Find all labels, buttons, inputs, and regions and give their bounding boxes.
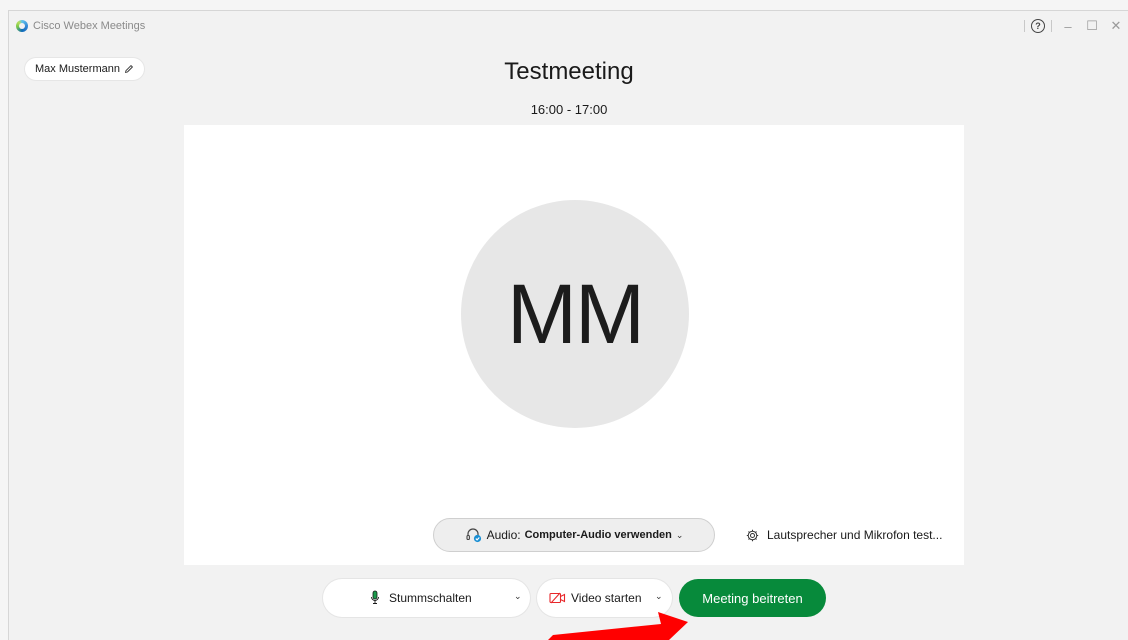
video-off-icon (549, 592, 566, 604)
maximize-icon[interactable]: ☐ (1080, 18, 1104, 34)
audio-value: Computer-Audio verwenden (524, 529, 672, 541)
microphone-icon (371, 590, 379, 604)
mute-label: Stummschalten (389, 591, 472, 605)
mute-options-chevron-icon[interactable]: ⌄ (514, 591, 522, 602)
chevron-down-icon: ⌄ (675, 529, 684, 540)
meeting-title: Testmeeting (504, 58, 634, 85)
gear-icon (746, 529, 759, 541)
help-icon[interactable]: ? (1031, 19, 1045, 33)
window-controls: ? – ☐ ✕ (1020, 15, 1128, 37)
audio-connection-dropdown[interactable]: Audio: Computer-Audio verwenden ⌄ (433, 518, 715, 552)
close-icon[interactable]: ✕ (1104, 18, 1128, 34)
start-video-label: Video starten (571, 591, 642, 605)
mute-button[interactable]: Stummschalten ⌄ (323, 579, 530, 617)
speaker-mic-test-button[interactable]: Lautsprecher und Mikrofon test... (746, 528, 942, 542)
start-video-button[interactable]: Video starten ⌄ (537, 579, 672, 617)
speaker-mic-test-label: Lautsprecher und Mikrofon test... (767, 528, 943, 542)
meeting-time: 16:00 - 17:00 (530, 102, 608, 117)
title-bar: Cisco Webex Meetings ? – ☐ ✕ (9, 11, 1128, 41)
headset-icon (466, 528, 481, 543)
audio-label: Audio: (486, 528, 521, 542)
webex-window: Cisco Webex Meetings ? – ☐ ✕ Max Musterm… (8, 10, 1128, 640)
divider (1051, 20, 1052, 32)
divider (1024, 20, 1025, 32)
join-meeting-button[interactable]: Meeting beitreten (679, 579, 826, 617)
minimize-icon[interactable]: – (1056, 19, 1080, 34)
video-preview: MM Audio: Computer-Audio verwenden ⌄ Lau… (184, 125, 964, 565)
avatar: MM (461, 200, 689, 428)
app-title: Cisco Webex Meetings (33, 20, 146, 32)
webex-logo-icon (16, 20, 28, 32)
video-options-chevron-icon[interactable]: ⌄ (655, 591, 663, 602)
